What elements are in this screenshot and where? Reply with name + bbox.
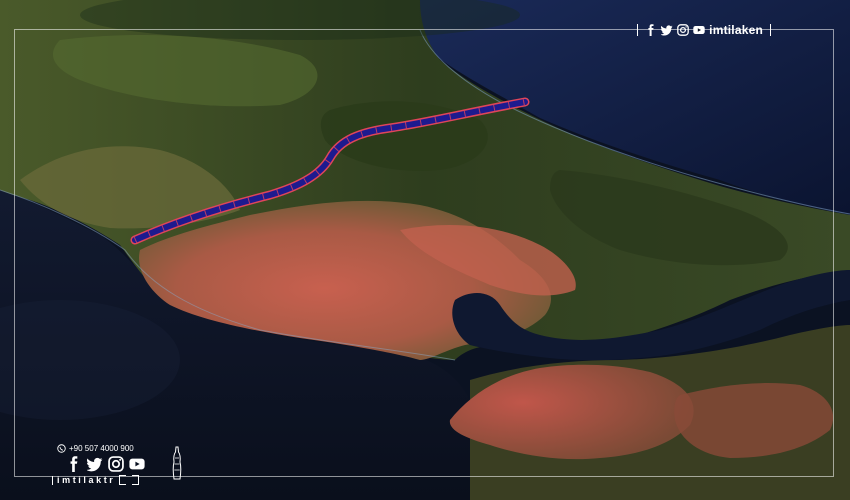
bottom-brand-block: +90 507 4000 900 imtilaktr [52, 444, 202, 486]
divider [770, 24, 771, 36]
phone-number[interactable]: +90 507 4000 900 [69, 444, 134, 453]
bracket-left [119, 475, 127, 485]
facebook-icon[interactable] [66, 456, 82, 472]
bottom-wordmark: imtilaktr [52, 475, 202, 485]
twitter-icon[interactable] [87, 456, 103, 472]
facebook-icon[interactable] [645, 24, 657, 36]
map-stage: imtilaken +90 507 4000 900 imtilaktr [0, 0, 850, 500]
twitter-icon[interactable] [661, 24, 673, 36]
wordmark-text[interactable]: imtilaktr [57, 475, 115, 485]
bracket-right [132, 475, 140, 485]
top-social-bar: imtilaken [634, 22, 774, 38]
youtube-icon[interactable] [129, 456, 145, 472]
divider [637, 24, 639, 36]
top-handle[interactable]: imtilaken [709, 23, 763, 37]
instagram-icon[interactable] [108, 456, 124, 472]
divider [52, 475, 53, 485]
instagram-icon[interactable] [677, 24, 690, 36]
satellite-map [0, 0, 850, 500]
bottom-social-row [66, 456, 145, 472]
whatsapp-icon [57, 444, 66, 453]
phone-row: +90 507 4000 900 [57, 444, 134, 453]
youtube-icon[interactable] [693, 24, 705, 36]
